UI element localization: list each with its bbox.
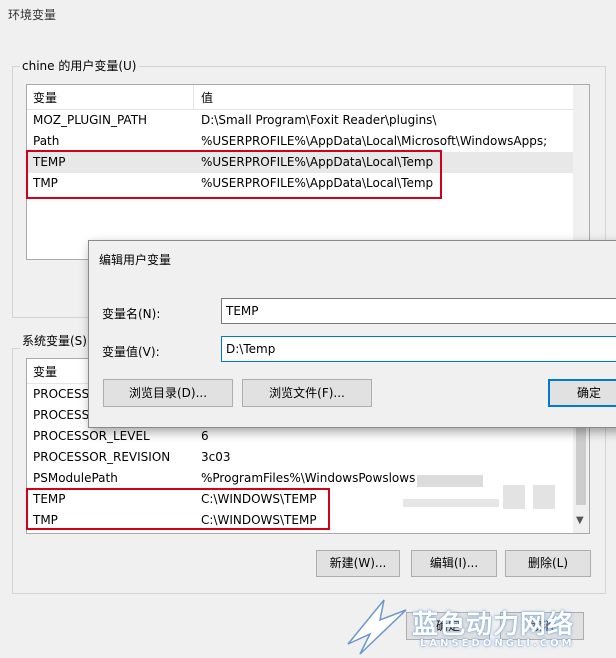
- list-item[interactable]: PROCESSOR_LEVEL 6: [27, 426, 589, 447]
- list-item[interactable]: MOZ_PLUGIN_PATH D:\Small Program\Foxit R…: [27, 110, 589, 131]
- col-header-var[interactable]: 变量: [33, 89, 57, 106]
- col-header-val[interactable]: 值: [201, 89, 213, 106]
- var-value: 6: [201, 429, 209, 443]
- watermark-logo: [347, 599, 407, 655]
- dialog-title: 编辑用户变量: [99, 253, 172, 267]
- col-separator: [193, 85, 194, 109]
- col-header-var[interactable]: 变量: [33, 363, 57, 380]
- watermark-text-en: LANSEDONGLI.COM: [420, 638, 575, 649]
- var-name: PSModulePath: [33, 471, 118, 485]
- highlight-box-system: [26, 488, 330, 530]
- blur-patch: [403, 499, 499, 507]
- chevron-down-icon[interactable]: ▼: [576, 515, 584, 526]
- value-field-value: D:\Temp: [226, 342, 276, 356]
- dialog-ok-button[interactable]: 确定: [548, 379, 616, 407]
- var-name: MOZ_PLUGIN_PATH: [33, 113, 148, 127]
- user-vars-scrollbar[interactable]: [573, 85, 589, 259]
- var-name: PROCESSOR_REVISION: [33, 450, 171, 464]
- browse-file-button[interactable]: 浏览文件(F)...: [242, 379, 372, 407]
- var-value: %ProgramFiles%\WindowsPowslows: [201, 471, 416, 485]
- highlight-box-user: [26, 150, 442, 199]
- var-name: Path: [33, 134, 60, 148]
- watermark-text-cn: 蓝色动力网络: [412, 610, 575, 640]
- blur-patch: [533, 485, 555, 509]
- user-vars-label: chine 的用户变量(U): [20, 57, 139, 74]
- name-field[interactable]: TEMP: [221, 298, 616, 324]
- window-title: 环境变量: [8, 8, 57, 22]
- var-value: 3c03: [201, 450, 231, 464]
- value-label: 变量值(V):: [102, 345, 160, 359]
- blur-patch: [417, 475, 483, 487]
- var-name: PROCESSOR_LEVEL: [33, 429, 150, 443]
- blur-patch: [503, 485, 525, 509]
- edit-variable-dialog: 编辑用户变量 变量名(N): TEMP 变量值(V): D:\Temp 浏览目录…: [88, 240, 616, 428]
- var-value: %USERPROFILE%\AppData\Local\Microsoft\Wi…: [201, 134, 548, 148]
- browse-directory-button[interactable]: 浏览目录(D)...: [103, 379, 233, 407]
- list-item[interactable]: Path %USERPROFILE%\AppData\Local\Microso…: [27, 131, 589, 152]
- var-value: D:\Small Program\Foxit Reader\plugins\: [201, 113, 437, 127]
- user-vars-header: 变量 值: [27, 85, 589, 110]
- name-field-value: TEMP: [226, 304, 259, 318]
- system-vars-label: 系统变量(S): [20, 332, 89, 349]
- name-label: 变量名(N):: [102, 307, 161, 321]
- new-button[interactable]: 新建(W)...: [316, 550, 400, 577]
- edit-button[interactable]: 编辑(I)...: [411, 550, 497, 577]
- delete-button[interactable]: 删除(L): [505, 550, 591, 577]
- list-item[interactable]: PROCESSOR_REVISION 3c03: [27, 447, 589, 468]
- value-field[interactable]: D:\Temp: [221, 336, 616, 362]
